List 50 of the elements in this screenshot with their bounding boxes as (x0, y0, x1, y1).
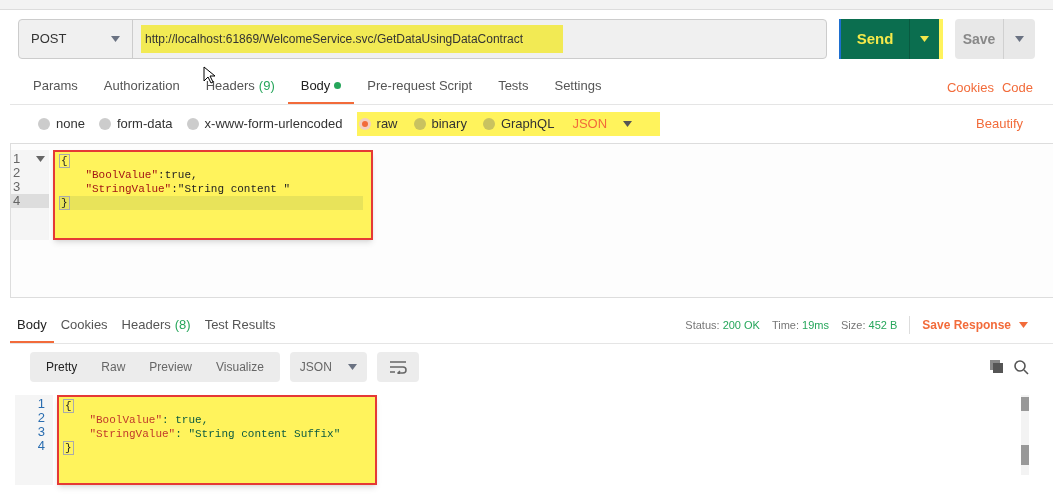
caret-icon (623, 121, 633, 127)
view-mode-tab[interactable]: Pretty (34, 352, 90, 382)
code-line: "StringValue": "String content Suffix" (88, 427, 342, 441)
send-button[interactable]: Send (841, 19, 909, 59)
body-type-option[interactable]: binary (411, 112, 481, 136)
body-type-option[interactable]: none (38, 112, 99, 136)
response-tab[interactable]: Cookies (53, 314, 115, 343)
body-type-option[interactable]: x-www-form-urlencoded (186, 112, 357, 136)
view-mode-tab[interactable]: Preview (137, 352, 205, 382)
caret-icon (920, 36, 929, 42)
request-tab[interactable]: Body (287, 75, 355, 104)
code-line: "StringValue":"String content " (84, 182, 292, 196)
caret-icon (1019, 322, 1028, 328)
radio-button[interactable] (98, 118, 111, 130)
option-label: GraphQL (500, 115, 555, 134)
code-line: "BoolValue":true, (84, 168, 199, 182)
response-meta: Size: 452 B (841, 317, 898, 333)
code-line: "BoolValue": true, (88, 413, 210, 427)
request-tab[interactable]: Settings (541, 75, 615, 104)
response-tab[interactable]: Body (10, 314, 54, 343)
body-type-option[interactable]: form-data (98, 112, 187, 136)
request-tab[interactable]: Pre-request Script (354, 75, 486, 104)
request-tab[interactable]: Authorization (90, 75, 193, 104)
wrap-icon (388, 360, 407, 374)
caret-icon (347, 364, 357, 370)
search-icon[interactable] (1014, 359, 1029, 375)
body-type-option[interactable]: GraphQL (480, 112, 569, 136)
option-label: form-data (116, 115, 173, 134)
response-meta: Time: 19ms (771, 317, 829, 333)
wrap-lines-button[interactable] (376, 352, 419, 382)
radio-button[interactable] (38, 118, 50, 130)
caret-icon (1015, 36, 1024, 42)
response-format-dropdown[interactable]: JSON (289, 352, 367, 382)
radio-button[interactable] (186, 118, 199, 130)
option-label: raw (376, 115, 398, 134)
option-label: binary (431, 115, 467, 134)
option-label: x-www-form-urlencoded (204, 115, 343, 134)
request-tab[interactable]: Tests (485, 75, 542, 104)
request-tab[interactable]: Params (20, 75, 91, 104)
option-label: none (56, 115, 85, 134)
copy-icon[interactable] (990, 360, 1004, 374)
response-tab[interactable]: Headers (8) (114, 314, 198, 343)
send-options-button[interactable] (909, 19, 939, 59)
body-type-option[interactable]: raw (356, 112, 412, 136)
response-meta: Status: 200 OK (685, 317, 760, 333)
request-tab[interactable]: Headers (9) (192, 75, 288, 104)
response-tab[interactable]: Test Results (197, 314, 283, 343)
view-mode-tab[interactable]: Raw (89, 352, 138, 382)
scrollbar[interactable] (1021, 395, 1029, 475)
view-mode-tab[interactable]: Visualize (204, 352, 276, 382)
